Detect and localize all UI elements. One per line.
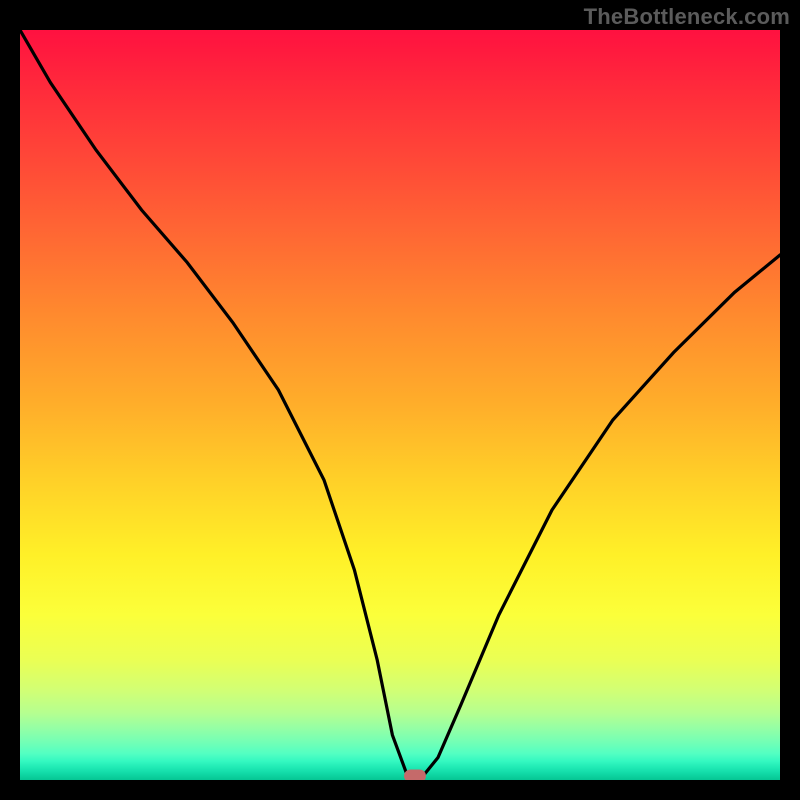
watermark-text: TheBottleneck.com <box>584 4 790 30</box>
optimum-marker <box>404 770 426 780</box>
bottleneck-curve-path <box>20 30 780 776</box>
chart-stage: TheBottleneck.com <box>0 0 800 800</box>
plot-area <box>20 30 780 780</box>
curve-svg <box>20 30 780 780</box>
